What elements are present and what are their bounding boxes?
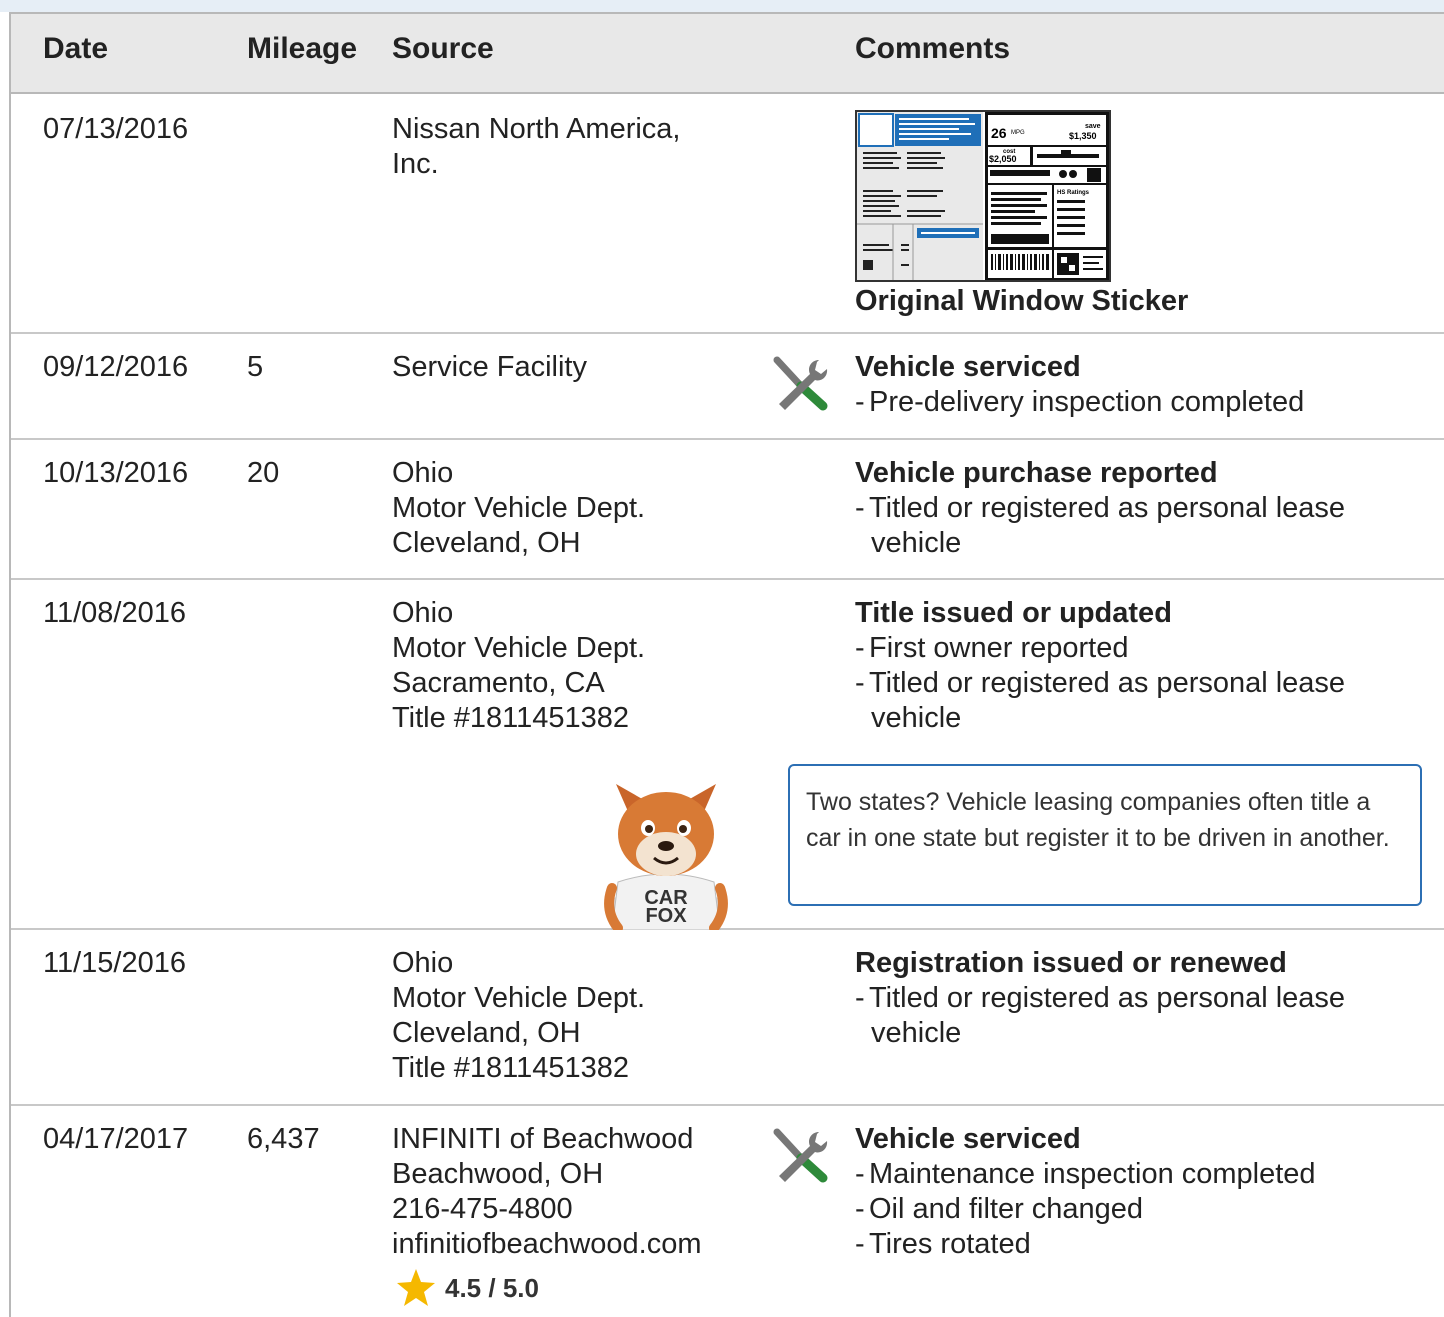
source-line: Ohio <box>392 597 454 629</box>
record-source: Ohio Motor Vehicle Dept. Cleveland, OH T… <box>392 946 752 1086</box>
record-date: 11/08/2016 <box>43 597 186 629</box>
record-source: Ohio Motor Vehicle Dept. Cleveland, OH <box>392 456 752 561</box>
wrench-screwdriver-icon <box>771 356 831 412</box>
sticker-cost-value: $2,050 <box>989 154 1017 164</box>
comment-bullet: - Titled or registered as personal lease … <box>855 492 1346 559</box>
source-line: Cleveland, OH <box>392 1017 581 1049</box>
source-line: Motor Vehicle Dept. <box>392 632 646 664</box>
comment-title: Vehicle serviced <box>855 351 1081 383</box>
record-mileage: 5 <box>247 351 264 383</box>
vehicle-history-page: Date Mileage Source Comments 07/13/2016 … <box>0 0 1444 1317</box>
record-comments: Vehicle serviced - Maintenance inspection… <box>855 1122 1435 1262</box>
source-line: 216-475-4800 <box>392 1193 573 1225</box>
source-line: Cleveland, OH <box>392 527 581 559</box>
comment-bullet: - Pre-delivery inspection completed <box>855 386 1305 418</box>
record-comments: 26 MPG save $1,350 cost $2,050 HS Rating… <box>855 110 1435 319</box>
window-sticker-image: 26 MPG save $1,350 cost $2,050 HS Rating… <box>857 112 1109 280</box>
sticker-mpg-unit: MPG <box>1011 130 1025 136</box>
comment-bullet: - Maintenance inspection completed <box>855 1158 1316 1190</box>
comment-title: Vehicle purchase reported <box>855 457 1218 489</box>
table-row: 07/13/2016 Nissan North America, Inc. 26… <box>11 94 1444 334</box>
header-source: Source <box>392 32 494 65</box>
rating-value: 4.5 / 5.0 <box>445 1272 539 1303</box>
comment-bullet: - First owner reported <box>855 632 1129 664</box>
table-row: 04/17/2017 6,437 INFINITI of Beachwood B… <box>11 1106 1444 1317</box>
sticker-rating-label: HS Ratings <box>1057 190 1090 196</box>
source-line: Motor Vehicle Dept. <box>392 982 646 1014</box>
carfox-mascot: CAR FOX <box>596 770 736 936</box>
comment-bullet: - Tires rotated <box>855 1228 1031 1260</box>
source-line: Title #1811451382 <box>392 1052 630 1084</box>
record-source: INFINITI of Beachwood Beachwood, OH 216-… <box>392 1122 752 1262</box>
table-row: 09/12/2016 5 Service Facility Vehicle se… <box>11 334 1444 440</box>
record-comments: Registration issued or renewed - Titled o… <box>855 946 1435 1051</box>
source-line: Nissan North America, <box>392 113 681 145</box>
record-date: 04/17/2017 <box>43 1123 189 1155</box>
table-header: Date Mileage Source Comments <box>11 12 1444 94</box>
record-date: 11/15/2016 <box>43 947 186 979</box>
table-row: 11/15/2016 Ohio Motor Vehicle Dept. Clev… <box>11 930 1444 1106</box>
window-sticker-thumbnail[interactable]: 26 MPG save $1,350 cost $2,050 HS Rating… <box>855 110 1111 282</box>
header-date: Date <box>43 32 109 65</box>
comment-bullet: - Titled or registered as personal lease … <box>855 982 1346 1049</box>
record-comments: Vehicle purchase reported - Titled or reg… <box>855 456 1435 561</box>
record-date: 07/13/2016 <box>43 113 189 145</box>
record-mileage: 20 <box>247 457 280 489</box>
leasing-tip-callout: Two states? Vehicle leasing companies of… <box>788 764 1422 906</box>
header-comments: Comments <box>855 32 1011 65</box>
record-date: 09/12/2016 <box>43 351 189 383</box>
source-line: Service Facility <box>392 351 587 383</box>
top-band <box>0 0 1444 12</box>
record-date: 10/13/2016 <box>43 457 189 489</box>
header-mileage: Mileage <box>247 32 358 65</box>
record-source: Nissan North America, Inc. <box>392 112 752 182</box>
source-line: Ohio <box>392 457 454 489</box>
dealer-rating[interactable]: 4.5 / 5.0 <box>395 1268 539 1308</box>
sticker-save-value: $1,350 <box>1069 131 1097 141</box>
source-line: Sacramento, CA <box>392 667 605 699</box>
source-line: Ohio <box>392 947 454 979</box>
table-row: 10/13/2016 20 Ohio Motor Vehicle Dept. C… <box>11 440 1444 580</box>
dealer-website-link[interactable]: infinitiofbeachwood.com <box>392 1227 752 1262</box>
record-mileage: 6,437 <box>247 1123 320 1155</box>
sticker-mpg: 26 <box>991 125 1007 141</box>
record-comments: Vehicle serviced - Pre-delivery inspectio… <box>855 350 1435 420</box>
mascot-shirt-line-2: FOX <box>645 905 687 927</box>
record-source: Ohio Motor Vehicle Dept. Sacramento, CA … <box>392 596 752 736</box>
comment-title: Registration issued or renewed <box>855 947 1287 979</box>
comment-title: Title issued or updated <box>855 597 1172 629</box>
record-comments: Title issued or updated - First owner rep… <box>855 596 1435 736</box>
source-line: Inc. <box>392 148 439 180</box>
comment-bullet: - Titled or registered as personal lease … <box>855 667 1346 734</box>
sticker-save-label: save <box>1085 123 1101 130</box>
source-line: Title #1811451382 <box>392 702 630 734</box>
history-table: Date Mileage Source Comments 07/13/2016 … <box>9 12 1444 1317</box>
comment-title: Vehicle serviced <box>855 1123 1081 1155</box>
source-line: Beachwood, OH <box>392 1158 604 1190</box>
source-line: Motor Vehicle Dept. <box>392 492 646 524</box>
comment-bullet: - Oil and filter changed <box>855 1193 1144 1225</box>
window-sticker-link[interactable]: Original Window Sticker <box>855 284 1435 319</box>
wrench-screwdriver-icon <box>771 1128 831 1184</box>
source-line: INFINITI of Beachwood <box>392 1123 694 1155</box>
record-source: Service Facility <box>392 350 752 385</box>
star-icon <box>397 1269 435 1306</box>
